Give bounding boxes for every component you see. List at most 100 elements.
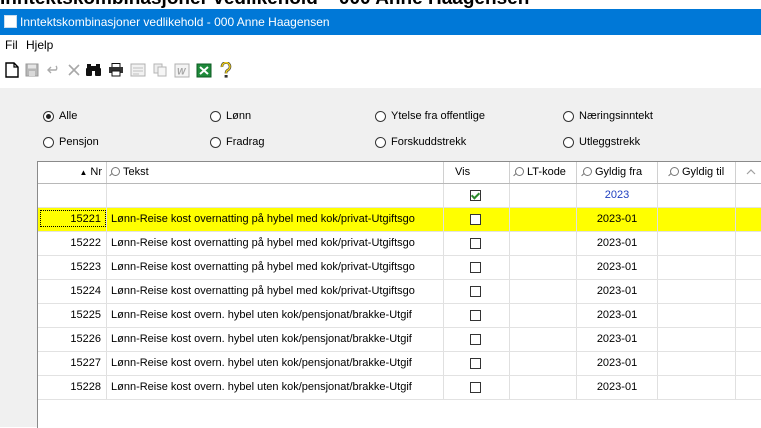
radio-utleggstrekk[interactable]	[563, 136, 574, 148]
scroll-up-icon[interactable]	[746, 167, 756, 177]
cell-tekst[interactable]: Lønn-Reise kost overnatting på hybel med…	[107, 256, 444, 279]
cell-gyldig-fra[interactable]: 2023-01	[577, 256, 658, 279]
filter-lonn[interactable]: Lønn	[210, 110, 251, 122]
cell-gyldig-fra[interactable]: 2023-01	[577, 280, 658, 303]
cell-gyldig-til[interactable]	[658, 328, 736, 351]
cell-tekst[interactable]: Lønn-Reise kost overn. hybel uten kok/pe…	[107, 304, 444, 327]
print-icon[interactable]	[106, 60, 126, 80]
cell-tekst[interactable]: Lønn-Reise kost overn. hybel uten kok/pe…	[107, 328, 444, 351]
column-header-gyldig-fra[interactable]: Gyldig fra	[577, 162, 658, 183]
column-header-nr[interactable]: ▲ Nr	[38, 162, 107, 183]
table-row[interactable]: 15225 Lønn-Reise kost overn. hybel uten k…	[38, 304, 761, 328]
vis-checkbox[interactable]	[470, 213, 481, 225]
vis-checkbox[interactable]	[470, 285, 481, 297]
radio-ytelse[interactable]	[375, 110, 386, 122]
cell-nr[interactable]: 15228	[38, 376, 107, 399]
cell-gyldig-til[interactable]	[658, 232, 736, 255]
table-row[interactable]: 15227 Lønn-Reise kost overn. hybel uten k…	[38, 352, 761, 376]
cell-lt-kode[interactable]	[510, 304, 577, 327]
filter-pensjon[interactable]: Pensjon	[43, 136, 99, 148]
cell-gyldig-fra[interactable]: 2023-01	[577, 304, 658, 327]
filter-forskuddstrekk[interactable]: Forskuddstrekk	[375, 136, 466, 148]
filter-cell-tekst[interactable]	[107, 184, 444, 207]
vis-checkbox[interactable]	[470, 333, 481, 345]
table-row[interactable]: 15226 Lønn-Reise kost overn. hybel uten k…	[38, 328, 761, 352]
window-titlebar[interactable]: Inntektskombinasjoner vedlikehold - 000 …	[0, 9, 761, 35]
filter-cell-nr[interactable]	[38, 184, 107, 207]
cell-gyldig-til[interactable]	[658, 352, 736, 375]
menu-hjelp[interactable]: Hjelp	[26, 38, 53, 52]
copy-icon[interactable]	[150, 60, 170, 80]
vis-checkbox[interactable]	[470, 237, 481, 249]
table-row[interactable]: 15224 Lønn-Reise kost overnatting på hybe…	[38, 280, 761, 304]
cell-nr[interactable]: 15222	[38, 232, 107, 255]
cell-lt-kode[interactable]	[510, 256, 577, 279]
help-icon[interactable]	[216, 60, 236, 80]
cell-nr[interactable]: 15223	[38, 256, 107, 279]
cell-vis	[444, 232, 510, 255]
cell-gyldig-fra[interactable]: 2023-01	[577, 376, 658, 399]
cell-tekst[interactable]: Lønn-Reise kost overnatting på hybel med…	[107, 280, 444, 303]
cell-lt-kode[interactable]	[510, 328, 577, 351]
cell-gyldig-fra[interactable]: 2023-01	[577, 232, 658, 255]
vis-checkbox[interactable]	[470, 381, 481, 393]
column-header-lt-kode[interactable]: LT-kode	[510, 162, 577, 183]
cell-gyldig-fra[interactable]: 2023-01	[577, 328, 658, 351]
table-row[interactable]: 15221 Lønn-Reise kost overnatting på hybe…	[38, 208, 761, 232]
find-icon[interactable]	[84, 60, 104, 80]
cell-tekst[interactable]: Lønn-Reise kost overn. hybel uten kok/pe…	[107, 352, 444, 375]
new-document-icon[interactable]	[2, 60, 22, 80]
cell-gyldig-til[interactable]	[658, 376, 736, 399]
vis-checkbox[interactable]	[470, 309, 481, 321]
cell-lt-kode[interactable]	[510, 376, 577, 399]
cell-tekst[interactable]: Lønn-Reise kost overnatting på hybel med…	[107, 232, 444, 255]
vis-checkbox[interactable]	[470, 357, 481, 369]
cell-gyldig-til[interactable]	[658, 208, 736, 231]
filter-utleggstrekk[interactable]: Utleggstrekk	[563, 136, 640, 148]
cell-gyldig-fra[interactable]: 2023-01	[577, 208, 658, 231]
filter-vis-checkbox[interactable]	[470, 189, 481, 201]
table-row[interactable]: 15228 Lønn-Reise kost overn. hybel uten k…	[38, 376, 761, 400]
cell-gyldig-til[interactable]	[658, 256, 736, 279]
cell-nr[interactable]: 15224	[38, 280, 107, 303]
radio-alle[interactable]	[43, 110, 54, 122]
column-header-vis[interactable]: Vis	[444, 162, 510, 183]
vis-checkbox[interactable]	[470, 261, 481, 273]
undo-icon[interactable]	[44, 60, 64, 80]
menu-fil[interactable]: Fil	[5, 38, 18, 52]
radio-naering[interactable]	[563, 110, 574, 122]
form-icon[interactable]	[128, 60, 148, 80]
cell-nr[interactable]: 15227	[38, 352, 107, 375]
excel-export-icon[interactable]	[194, 60, 214, 80]
cell-tekst[interactable]: Lønn-Reise kost overn. hybel uten kok/pe…	[107, 376, 444, 399]
radio-forskuddstrekk[interactable]	[375, 136, 386, 148]
cell-gyldig-til[interactable]	[658, 280, 736, 303]
filter-cell-gyldig-til[interactable]	[658, 184, 736, 207]
filter-naering[interactable]: Næringsinntekt	[563, 110, 653, 122]
filter-ytelse[interactable]: Ytelse fra offentlige	[375, 110, 485, 122]
cell-lt-kode[interactable]	[510, 208, 577, 231]
filter-cell-vis[interactable]	[444, 184, 510, 207]
cell-lt-kode[interactable]	[510, 280, 577, 303]
cell-nr[interactable]: 15225	[38, 304, 107, 327]
radio-pensjon[interactable]	[43, 136, 54, 148]
cell-gyldig-fra[interactable]: 2023-01	[577, 352, 658, 375]
table-row[interactable]: 15223 Lønn-Reise kost overnatting på hybe…	[38, 256, 761, 280]
cell-lt-kode[interactable]	[510, 232, 577, 255]
word-export-icon[interactable]: W	[172, 60, 192, 80]
filter-cell-gyldig-fra[interactable]: 2023	[577, 184, 658, 207]
cell-nr[interactable]: 15226	[38, 328, 107, 351]
cell-gyldig-til[interactable]	[658, 304, 736, 327]
filter-cell-lt-kode[interactable]	[510, 184, 577, 207]
delete-icon[interactable]	[64, 60, 84, 80]
cell-tekst[interactable]: Lønn-Reise kost overnatting på hybel med…	[107, 208, 444, 231]
save-icon[interactable]	[22, 60, 42, 80]
filter-alle[interactable]: Alle	[43, 110, 77, 122]
radio-fradrag[interactable]	[210, 136, 221, 148]
radio-lonn[interactable]	[210, 110, 221, 122]
table-row[interactable]: 15222 Lønn-Reise kost overnatting på hybe…	[38, 232, 761, 256]
column-header-tekst[interactable]: Tekst	[107, 162, 444, 183]
filter-fradrag[interactable]: Fradrag	[210, 136, 265, 148]
cell-lt-kode[interactable]	[510, 352, 577, 375]
column-header-gyldig-til[interactable]: Gyldig til	[658, 162, 736, 183]
